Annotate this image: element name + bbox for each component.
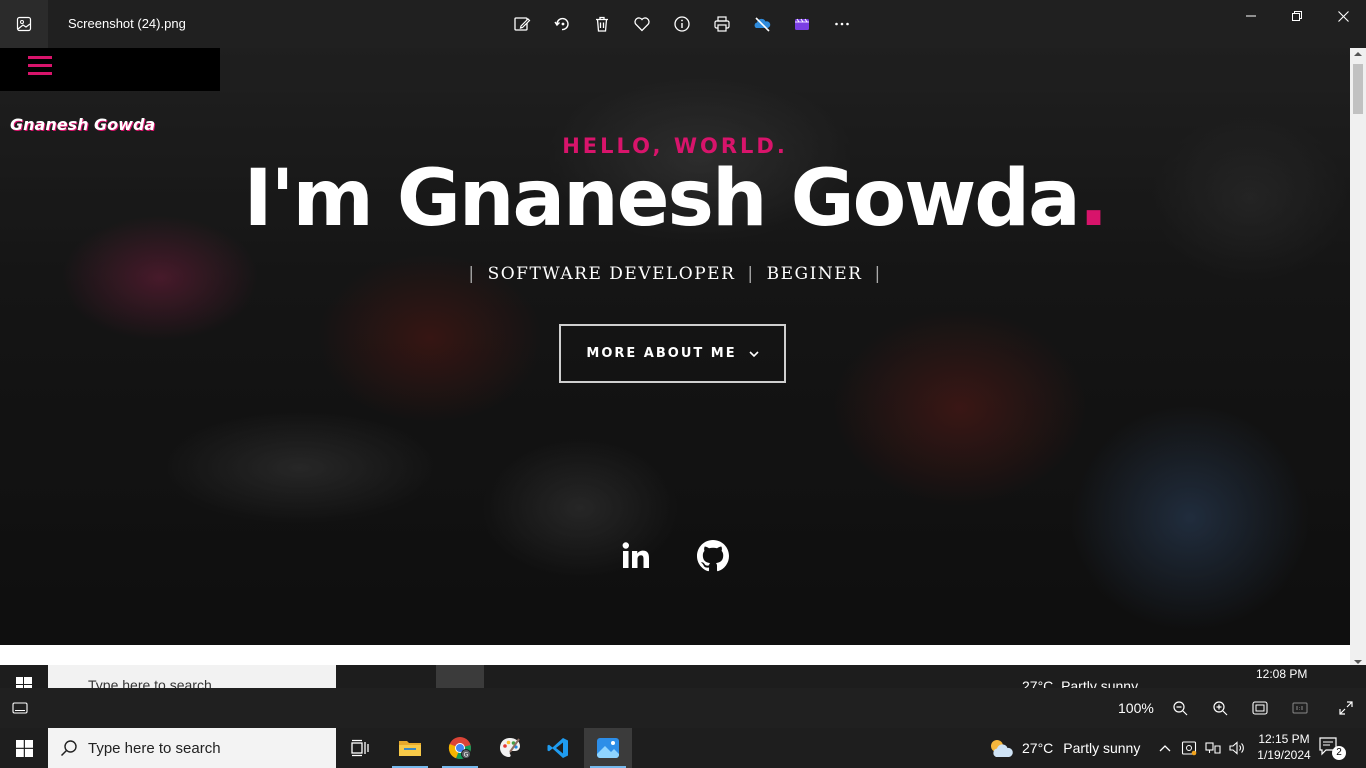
captured-search-text: Type here to search — [88, 677, 212, 688]
hero-headline: I'm Gnanesh Gowda. — [0, 160, 1350, 238]
vscode-button[interactable] — [534, 728, 582, 768]
weather-temperature: 27°C — [1022, 740, 1054, 756]
notification-badge: 2 — [1332, 746, 1346, 760]
captured-search-box: Type here to search — [48, 665, 336, 688]
chevron-down-icon — [749, 350, 759, 357]
photos-titlebar: Screenshot (24).png — [0, 0, 1366, 48]
onedrive-icon[interactable] — [742, 4, 782, 44]
start-button[interactable] — [0, 728, 48, 768]
scroll-thumb[interactable] — [1353, 64, 1363, 114]
hero-name: I'm Gnanesh Gowda — [243, 154, 1081, 244]
taskbar-search[interactable]: Type here to search — [48, 728, 336, 768]
task-view-button[interactable] — [336, 728, 384, 768]
fullscreen-icon[interactable] — [1336, 698, 1356, 718]
partly-sunny-icon — [991, 740, 1013, 757]
github-icon[interactable] — [695, 538, 731, 574]
zoom-in-icon[interactable] — [1210, 698, 1230, 718]
network-icon[interactable] — [1204, 738, 1222, 758]
print-icon[interactable] — [702, 4, 742, 44]
image-icon — [16, 16, 32, 32]
role-item: SOFTWARE DEVELOPER — [487, 264, 736, 284]
system-clock[interactable]: 12:15 PM 1/19/2024 — [1256, 731, 1312, 763]
photos-button[interactable] — [584, 728, 632, 768]
close-button[interactable] — [1320, 0, 1366, 32]
role-separator: | — [468, 264, 476, 284]
delete-icon[interactable] — [582, 4, 622, 44]
photos-app-icon[interactable] — [0, 0, 48, 48]
actual-size-icon[interactable] — [1290, 698, 1310, 718]
weather-widget[interactable]: 27°C Partly sunny — [988, 738, 1140, 758]
restore-button[interactable] — [1274, 0, 1320, 32]
chrome-button[interactable]: G — [436, 728, 484, 768]
captured-weather: 27°C Partly sunny — [1022, 678, 1138, 688]
search-icon — [60, 740, 77, 757]
weather-condition: Partly sunny — [1063, 740, 1141, 756]
windows-logo-icon — [15, 739, 33, 757]
folder-icon — [399, 741, 421, 756]
scroll-up-icon[interactable] — [1354, 50, 1362, 58]
captured-chrome-tile — [436, 665, 484, 688]
photo-toolbar — [502, 4, 862, 44]
clipchamp-icon[interactable] — [782, 4, 822, 44]
fit-to-window-icon[interactable] — [1250, 698, 1270, 718]
task-view-icon — [351, 739, 369, 757]
page-scrollbar[interactable] — [1350, 48, 1366, 668]
paint-button[interactable] — [486, 728, 534, 768]
volume-icon[interactable] — [1228, 738, 1246, 758]
zoom-out-icon[interactable] — [1170, 698, 1190, 718]
notification-center-button[interactable]: 2 — [1318, 736, 1348, 762]
captured-clock: 12:08 PM — [1256, 667, 1308, 681]
paint-icon — [500, 738, 520, 757]
restore-icon — [1292, 11, 1302, 21]
minimize-button[interactable] — [1228, 0, 1274, 32]
zoom-level: 100% — [1118, 700, 1154, 716]
role-separator: | — [747, 264, 755, 284]
portfolio-hero: Gnanesh Gowda HELLO, WORLD. I'm Gnanesh … — [0, 48, 1350, 645]
edit-image-icon[interactable] — [502, 4, 542, 44]
favorite-icon[interactable] — [622, 4, 662, 44]
file-name: Screenshot (24).png — [68, 16, 186, 31]
file-explorer-button[interactable] — [386, 728, 434, 768]
windows-logo-icon — [16, 677, 32, 688]
hero-roles: | SOFTWARE DEVELOPER | BEGINER | — [0, 264, 1350, 284]
windows-taskbar: Type here to search G 27°C Partly sunny … — [0, 728, 1366, 768]
more-icon[interactable] — [822, 4, 862, 44]
minimize-icon — [1246, 15, 1256, 17]
image-viewport[interactable]: Gnanesh Gowda HELLO, WORLD. I'm Gnanesh … — [0, 48, 1366, 688]
photos-icon — [597, 738, 619, 758]
security-icon[interactable] — [1180, 738, 1198, 758]
filmstrip-icon[interactable] — [10, 698, 30, 718]
hero-dot: . — [1078, 154, 1109, 244]
svg-text:G: G — [464, 752, 469, 759]
role-item: BEGINER — [766, 264, 863, 284]
more-about-me-label: MORE ABOUT ME — [586, 346, 737, 361]
search-placeholder: Type here to search — [88, 740, 221, 757]
chrome-icon: G — [448, 737, 471, 760]
site-logo[interactable]: Gnanesh Gowda — [10, 115, 155, 134]
hamburger-menu-icon[interactable] — [28, 56, 52, 76]
close-icon — [1337, 10, 1349, 22]
photos-bottom-bar: 100% — [0, 688, 1366, 728]
site-menu-bar — [0, 48, 220, 91]
show-hidden-icons-icon[interactable] — [1156, 738, 1174, 758]
captured-temperature: 27°C — [1022, 678, 1054, 688]
clock-date: 1/19/2024 — [1257, 748, 1311, 762]
captured-taskbar: Type here to search 27°C Partly sunny 12… — [0, 665, 1366, 688]
rotate-icon[interactable] — [542, 4, 582, 44]
linkedin-icon[interactable] — [618, 538, 654, 574]
info-icon[interactable] — [662, 4, 702, 44]
clock-time: 12:15 PM — [1258, 732, 1310, 746]
vscode-icon — [547, 738, 568, 758]
more-about-me-button[interactable]: MORE ABOUT ME — [559, 324, 786, 383]
role-separator: | — [874, 264, 882, 284]
captured-condition: Partly sunny — [1061, 678, 1139, 688]
